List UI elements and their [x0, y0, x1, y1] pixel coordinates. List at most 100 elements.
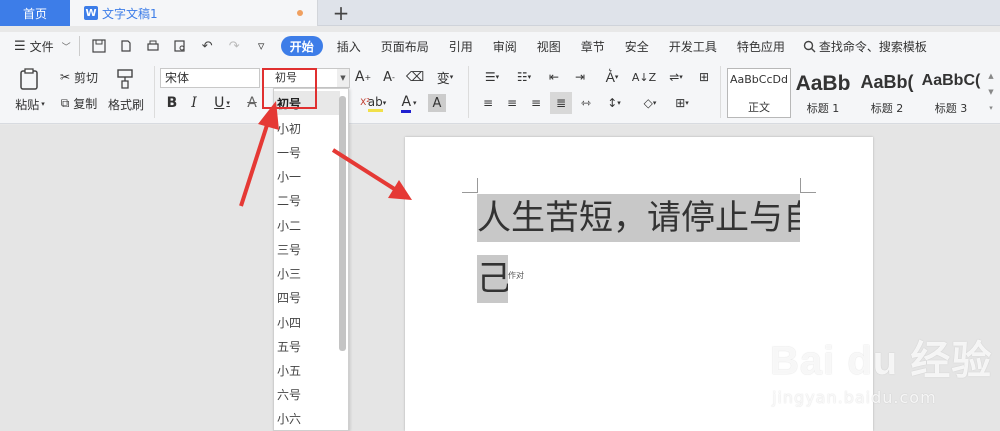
show-marks-icon[interactable]: ⇌ ▾ [662, 68, 690, 86]
quick-access-toolbar: ↶ ↷ ▿ [78, 36, 275, 56]
align-right-icon[interactable]: ≡ [526, 94, 546, 112]
italic-button[interactable]: I [186, 94, 202, 112]
increase-font-icon[interactable]: A + [354, 68, 372, 86]
dropdown-scrollbar[interactable] [339, 96, 346, 351]
copy-button[interactable]: ⧉ 复制 [56, 94, 102, 112]
tab-review[interactable]: 审阅 [483, 36, 527, 56]
clear-format-icon[interactable]: ⌫ [406, 68, 424, 86]
style-normal[interactable]: AaBbCcDd 正文 [727, 68, 791, 118]
command-search-label: 查找命令、搜索模板 [818, 39, 927, 54]
font-size-option[interactable]: 六号 [274, 382, 340, 406]
font-size-option[interactable]: 二号 [274, 188, 340, 212]
align-left-icon[interactable]: ≡ [478, 94, 498, 112]
file-menu-label: 文件 [29, 39, 54, 54]
export-pdf-icon[interactable] [113, 36, 140, 56]
tab-document[interactable]: W 文字文稿1 [70, 0, 318, 26]
table-grid-icon[interactable]: ⊞ [694, 68, 714, 86]
cut-button[interactable]: ✂ 剪切 [56, 68, 102, 86]
margin-marker [477, 178, 478, 193]
tab-developer[interactable]: 开发工具 [659, 36, 727, 56]
ribbon-start: 粘贴 ▾ ✂ 剪切 ⧉ 复制 格式刷 宋体 初号 ▼ B I U ▾ A A + A- ⌫… [0, 60, 1000, 124]
style-sample: AaBbCcDd [730, 73, 788, 86]
inline-tag-text: 作对 [508, 271, 524, 280]
font-size-option[interactable]: 小六 [274, 406, 340, 430]
title-tab-bar: 首页 W 文字文稿1 + [0, 0, 1000, 26]
style-heading-3[interactable]: AaBbC( 标题 3 [919, 68, 983, 118]
file-menu-button[interactable]: ☰ 文件 ﹀ [14, 38, 71, 55]
tab-chapter[interactable]: 章节 [571, 36, 615, 56]
font-name-box[interactable]: 宋体 [160, 68, 260, 88]
font-size-option[interactable]: 一号 [274, 140, 340, 164]
bold-button[interactable]: B [164, 94, 180, 112]
selected-text-line[interactable]: 己 [477, 255, 508, 303]
format-painter-icon[interactable] [110, 66, 140, 92]
style-heading-1[interactable]: AaBb 标题 1 [791, 68, 855, 118]
highlight-color-icon[interactable]: ab ▾ [362, 94, 392, 112]
unsaved-indicator-icon [297, 10, 303, 16]
chevron-down-icon[interactable]: ▼ [337, 69, 349, 87]
style-heading-2[interactable]: AaBb( 标题 2 [855, 68, 919, 118]
character-shading-icon[interactable]: A [428, 94, 446, 112]
distribute-icon[interactable]: ⇿ [576, 94, 596, 112]
borders-icon[interactable]: ⊞ ▾ [668, 94, 696, 112]
group-divider [468, 66, 469, 118]
copy-label: 复制 [73, 96, 98, 111]
font-size-option[interactable]: 小四 [274, 310, 340, 334]
margin-marker [800, 178, 801, 193]
underline-button[interactable]: U ▾ [208, 94, 236, 112]
sort-icon[interactable]: A↓Z [632, 68, 656, 86]
increase-indent-icon[interactable]: ⇥ [570, 68, 590, 86]
paste-button[interactable]: 粘贴 ▾ [11, 96, 49, 112]
font-size-option[interactable]: 三号 [274, 237, 340, 261]
font-size-option[interactable]: 小二 [274, 213, 340, 237]
tab-page-layout[interactable]: 页面布局 [371, 36, 439, 56]
strikethrough-button[interactable]: A [242, 94, 262, 112]
expand-icon[interactable]: ▾ [989, 104, 993, 112]
command-search[interactable]: 查找命令、搜索模板 [803, 38, 927, 55]
customize-chevron-icon[interactable]: ▿ [248, 36, 275, 56]
paragraph-shading-icon[interactable]: ◇ ▾ [636, 94, 664, 112]
font-size-option[interactable]: 小一 [274, 164, 340, 188]
paste-icon[interactable] [14, 66, 44, 92]
annotation-highlight-box [262, 68, 317, 109]
tab-home[interactable]: 首页 [0, 0, 70, 26]
style-name: 标题 2 [870, 102, 904, 115]
undo-icon[interactable]: ↶ [194, 36, 221, 56]
tab-view[interactable]: 视图 [527, 36, 571, 56]
tab-security[interactable]: 安全 [615, 36, 659, 56]
styles-scroll[interactable]: ▲ ▼ ▾ [986, 68, 996, 116]
decrease-font-icon[interactable]: A- [380, 68, 398, 86]
new-tab-button[interactable]: + [330, 1, 352, 25]
document-body-text[interactable]: 人生苦短，请停止与自 己 [477, 194, 807, 316]
paste-label: 粘贴 [15, 97, 40, 112]
numbered-list-icon[interactable]: ☷ ▾ [510, 68, 538, 86]
tab-start[interactable]: 开始 [280, 36, 323, 56]
font-size-option[interactable]: 小五 [274, 358, 340, 382]
tab-special-apps[interactable]: 特色应用 [727, 36, 795, 56]
tab-references[interactable]: 引用 [439, 36, 483, 56]
font-size-option[interactable]: 四号 [274, 285, 340, 309]
style-name: 标题 3 [934, 102, 968, 115]
chevron-up-icon[interactable]: ▲ [988, 72, 993, 80]
decrease-indent-icon[interactable]: ⇤ [544, 68, 564, 86]
font-size-option[interactable]: 小三 [274, 261, 340, 285]
redo-icon[interactable]: ↷ [221, 36, 248, 56]
print-preview-icon[interactable] [167, 36, 194, 56]
align-center-icon[interactable]: ≡ [502, 94, 522, 112]
bullet-list-icon[interactable]: ☰ ▾ [478, 68, 506, 86]
styles-gallery: AaBbCcDd 正文 AaBb 标题 1 AaBb( 标题 2 AaBbC( … [727, 68, 985, 118]
justify-icon[interactable]: ≣ [550, 92, 572, 114]
line-spacing-icon[interactable]: ↕ ▾ [600, 94, 628, 112]
font-size-option[interactable]: 五号 [274, 334, 340, 358]
hamburger-icon: ☰ [14, 38, 26, 54]
font-size-option[interactable]: 小初 [274, 116, 340, 140]
text-direction-icon[interactable]: A͛ ▾ [598, 66, 626, 88]
font-color-icon[interactable]: A ▾ [396, 94, 422, 113]
save-icon[interactable] [86, 36, 113, 56]
chevron-down-icon[interactable]: ▼ [988, 88, 993, 96]
print-icon[interactable] [140, 36, 167, 56]
phonetic-guide-icon[interactable]: 变 ▾ [430, 66, 460, 88]
format-painter-label[interactable]: 格式刷 [105, 96, 147, 112]
selected-text-line[interactable]: 人生苦短，请停止与自 [477, 194, 800, 242]
tab-insert[interactable]: 插入 [327, 36, 371, 56]
